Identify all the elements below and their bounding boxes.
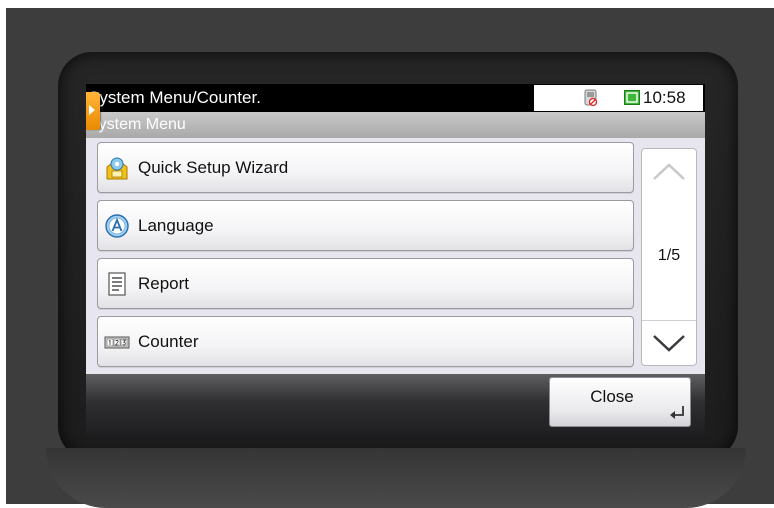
bezel-lip	[46, 448, 746, 508]
menu-item-quick-setup-wizard[interactable]: Quick Setup Wizard	[97, 142, 634, 193]
back-tab-button[interactable]	[86, 92, 100, 130]
header-bar: System Menu	[86, 112, 705, 138]
menu-item-label: Counter	[138, 332, 199, 351]
back-tab-icon	[89, 105, 95, 115]
menu-item-label: Language	[138, 216, 214, 235]
page-title: System Menu	[88, 116, 186, 133]
menu-item-language[interactable]: Language	[97, 200, 634, 251]
close-button-label: Close	[590, 387, 634, 406]
status-title: System Menu/Counter.	[88, 88, 261, 107]
page-indicator: 1/5	[657, 247, 681, 264]
status-bar: System Menu/Counter. 10:58	[86, 84, 705, 112]
menu-item-report[interactable]: Report	[97, 258, 634, 309]
scroll-down-button[interactable]	[642, 320, 696, 365]
close-button[interactable]: Close	[549, 377, 691, 427]
status-area: 10:58	[534, 85, 703, 111]
language-icon	[105, 214, 129, 238]
menu-item-label: Quick Setup Wizard	[138, 158, 289, 177]
network-disconnected-icon	[584, 89, 598, 107]
touch-screen: System Menu/Counter. 10:58 System Menu Q…	[86, 84, 705, 436]
menu-list: Quick Setup Wizard Language Report Count…	[86, 138, 705, 374]
scroll-column: 1/5	[641, 148, 697, 366]
menu-item-label: Report	[138, 274, 190, 293]
chevron-down-icon	[653, 335, 685, 352]
report-icon	[108, 272, 126, 296]
wizard-icon	[106, 157, 128, 180]
bottom-bar: Close	[86, 374, 705, 436]
enter-icon	[670, 406, 684, 419]
chevron-up-icon	[653, 163, 685, 180]
scroll-up-button[interactable]	[642, 149, 696, 193]
clock-time: 10:58	[643, 88, 686, 107]
menu-item-counter[interactable]: Counter	[97, 316, 634, 367]
counter-icon	[104, 336, 130, 349]
device-status-icon	[624, 90, 640, 105]
